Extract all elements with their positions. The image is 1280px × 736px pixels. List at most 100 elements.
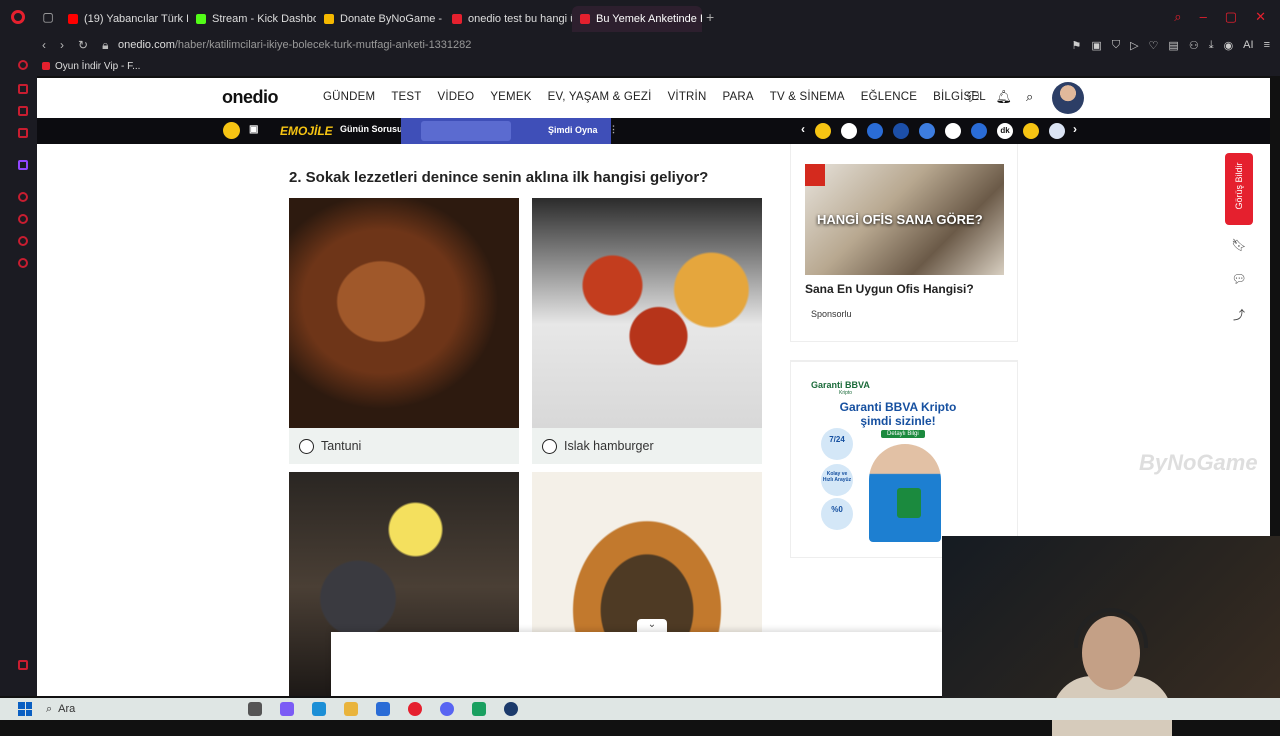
edge-icon[interactable] (312, 702, 326, 716)
account-icon[interactable]: ⚇ (1189, 39, 1199, 52)
bell-icon[interactable]: 🔔︎ (996, 89, 1013, 105)
browser-tab[interactable]: (19) Yabancılar Türk Korku (60, 6, 188, 32)
play-now-button[interactable]: Şimdi Oyna (548, 125, 598, 135)
twitch-icon[interactable] (18, 160, 28, 170)
bbva-ad[interactable]: Garanti BBVA Kripto Garanti BBVA Kripto … (805, 376, 975, 542)
nav-item[interactable]: VİTRİN (668, 91, 707, 103)
opera-icon[interactable] (408, 702, 422, 716)
feedback-button[interactable]: Görüş Bildir (1225, 153, 1253, 225)
option-image[interactable] (289, 198, 519, 428)
gx-icon[interactable] (18, 660, 28, 670)
bookmark-item[interactable]: Oyun İndir Vip - F... (55, 61, 140, 72)
minimize-icon[interactable]: – (1200, 9, 1207, 25)
youtube-icon (68, 14, 78, 24)
back-icon[interactable]: ‹ (42, 38, 46, 53)
more-icon[interactable]: ⋮ (609, 124, 618, 135)
nav-item[interactable]: TEST (391, 91, 421, 103)
copilot-icon[interactable] (280, 702, 294, 716)
shield-icon[interactable]: ⛉ (1112, 39, 1120, 52)
nav-item[interactable]: TV & SİNEMA (770, 91, 845, 103)
ticker-logo[interactable] (1023, 123, 1039, 139)
ticker-logo[interactable] (893, 123, 909, 139)
camera-icon[interactable]: ◉ (1224, 39, 1234, 52)
snapshot-icon[interactable]: ▣ (1091, 39, 1101, 52)
url-field[interactable]: onedio.com/haber/katilimcilari-ikiye-bol… (118, 39, 471, 51)
close-icon[interactable]: ✕ (1255, 9, 1266, 25)
store-icon[interactable] (376, 702, 390, 716)
sticky-ad-slot (331, 632, 943, 696)
steam-icon[interactable] (504, 702, 518, 716)
search-icon: ⌕ (46, 702, 53, 715)
ticker-logo[interactable] (1049, 123, 1065, 139)
play-icon[interactable]: ▷ (1130, 39, 1138, 52)
search-icon[interactable]: ⌕ (1026, 89, 1033, 105)
new-tab-button[interactable]: + (706, 9, 714, 25)
history-icon[interactable] (18, 214, 28, 224)
option-row[interactable]: Tantuni (289, 428, 519, 464)
radio-button[interactable] (299, 438, 314, 454)
extensions-icon[interactable] (18, 236, 28, 246)
task-view-icon[interactable] (248, 702, 262, 716)
settings-icon[interactable] (18, 258, 28, 268)
emoji-game-icon[interactable] (223, 122, 240, 139)
heart-icon[interactable]: ♡ (1149, 39, 1159, 52)
share-icon[interactable]: ⤴ (1231, 306, 1247, 322)
emojile-logo[interactable]: EMOJİLE (280, 124, 333, 138)
maximize-icon[interactable]: ▢ (1225, 9, 1237, 25)
watermark: ByNoGame (1139, 450, 1258, 475)
document-icon[interactable]: ▢ (36, 10, 60, 24)
download-icon[interactable]: ⤓ (1209, 39, 1214, 52)
chat-icon[interactable]: 💬︎ (965, 89, 982, 105)
opera-ai-icon[interactable] (18, 60, 28, 70)
option-row[interactable]: Islak hamburger (532, 428, 762, 464)
discord-icon[interactable] (440, 702, 454, 716)
app-icon[interactable] (472, 702, 486, 716)
bookmark-icon[interactable]: ⚑ (1072, 39, 1082, 52)
browser-tab[interactable]: Donate ByNoGame - Gele (316, 6, 444, 32)
reload-icon[interactable]: ↻ (78, 38, 88, 53)
bookmark-icon[interactable]: 🔖︎ (1231, 238, 1247, 254)
nav-item[interactable]: GÜNDEM (323, 91, 375, 103)
ticker-logo[interactable] (867, 123, 883, 139)
quiz-option-card[interactable]: Islak hamburger (532, 198, 762, 464)
bbva-details-button[interactable]: Detaylı Bilgi (881, 430, 925, 438)
forward-icon[interactable]: › (60, 38, 64, 53)
site-logo[interactable]: onedio (222, 87, 279, 108)
ticker-logo[interactable]: dk (997, 123, 1013, 139)
nav-item[interactable]: VİDEO (438, 91, 475, 103)
browser-tab[interactable]: Stream - Kick Dashboard (188, 6, 316, 32)
taskbar-search[interactable]: ⌕ Ara (46, 703, 206, 716)
ticker-logo[interactable] (971, 123, 987, 139)
ticker-logo[interactable] (841, 123, 857, 139)
sponsored-image[interactable]: HANGİ OFİS SANA GÖRE? (805, 164, 1004, 275)
ticker-logo[interactable] (815, 123, 831, 139)
nav-item[interactable]: EV, YAŞAM & GEZİ (548, 91, 652, 103)
chevron-right-icon[interactable]: › (1073, 122, 1077, 136)
opera-logo[interactable] (0, 0, 36, 34)
sponsored-card[interactable]: HANGİ OFİS SANA GÖRE? Sana En Uygun Ofis… (805, 164, 1005, 319)
quiz-option-card[interactable]: Tantuni (289, 198, 519, 464)
windows-start-icon[interactable] (18, 702, 32, 716)
search-icon[interactable]: ⌕ (1174, 9, 1181, 25)
nav-item[interactable]: YEMEK (490, 91, 531, 103)
ticker-logo[interactable] (945, 123, 961, 139)
file-explorer-icon[interactable] (344, 702, 358, 716)
ai-button[interactable]: AI (1243, 39, 1253, 52)
wallet-icon[interactable] (18, 106, 28, 116)
wallet-icon[interactable]: ▤ (1168, 39, 1178, 52)
nav-item[interactable]: PARA (722, 91, 753, 103)
ticker-logo[interactable] (919, 123, 935, 139)
chevron-left-icon[interactable]: ‹ (801, 122, 805, 136)
comments-icon[interactable]: 💬︎ (1231, 272, 1247, 288)
music-icon[interactable] (18, 128, 28, 138)
option-image[interactable] (532, 198, 762, 428)
browser-tab[interactable]: onedio test bu hangi ünlü (444, 6, 572, 32)
menu-icon[interactable]: ≡ (1264, 39, 1270, 52)
nav-item[interactable]: EĞLENCE (861, 91, 917, 103)
browser-tab-active[interactable]: Bu Yemek Anketinde Herke (572, 6, 702, 32)
shopping-icon[interactable] (18, 84, 28, 94)
radio-button[interactable] (542, 438, 557, 454)
sponsored-title[interactable]: Sana En Uygun Ofis Hangisi? (805, 282, 1005, 296)
player-icon[interactable] (18, 192, 28, 202)
avatar[interactable] (1052, 82, 1084, 114)
